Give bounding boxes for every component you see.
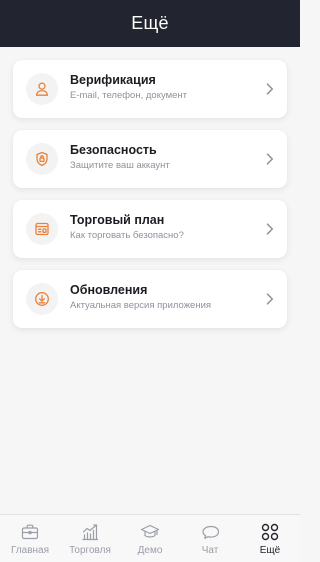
tab-label: Демо: [137, 545, 163, 556]
menu-item-title: Торговый план: [70, 213, 165, 227]
menu-item-title: Верификация: [70, 73, 156, 87]
bottom-tab-bar: Главная Торговля Демо Чат Ещё: [0, 514, 300, 562]
chevron-right-icon: [266, 153, 274, 165]
tab-label: Ещё: [259, 545, 281, 556]
chevron-right-icon: [266, 83, 274, 95]
tab-label: Чат: [201, 545, 219, 556]
grid-icon: [261, 523, 279, 541]
tab-demo[interactable]: Демо: [120, 515, 180, 562]
trading-plan-icon: [26, 213, 58, 245]
tab-chat[interactable]: Чат: [180, 515, 240, 562]
menu-item-subtitle: Актуальная версия приложения: [70, 300, 212, 311]
chevron-right-icon: [266, 223, 274, 235]
menu-item-trading-plan[interactable]: Торговый план Как торговать безопасно?: [13, 200, 287, 258]
menu-item-updates[interactable]: Обновления Актуальная версия приложения: [13, 270, 287, 328]
tab-trading[interactable]: Торговля: [60, 515, 120, 562]
tab-home[interactable]: Главная: [0, 515, 60, 562]
top-bar: Ещё: [0, 0, 300, 47]
shield-icon: [26, 143, 58, 175]
menu-item-subtitle: Защитите ваш аккаунт: [70, 160, 170, 171]
download-icon: [26, 283, 58, 315]
menu-item-subtitle: Как торговать безопасно?: [70, 230, 184, 241]
menu-item-security[interactable]: Безопасность Защитите ваш аккаунт: [13, 130, 287, 188]
chart-icon: [82, 524, 99, 541]
chevron-right-icon: [266, 293, 274, 305]
menu-item-subtitle: E-mail, телефон, документ: [70, 90, 188, 101]
briefcase-icon: [21, 524, 39, 540]
user-icon: [26, 73, 58, 105]
menu-item-title: Безопасность: [70, 143, 157, 157]
tab-more[interactable]: Ещё: [240, 515, 300, 562]
menu-item-verification[interactable]: Верификация E-mail, телефон, документ: [13, 60, 287, 118]
chat-icon: [202, 525, 220, 539]
tab-label: Торговля: [69, 545, 111, 556]
menu-list: Верификация E-mail, телефон, документ Бе…: [0, 47, 300, 514]
menu-item-title: Обновления: [70, 283, 148, 297]
tab-label: Главная: [10, 545, 50, 556]
page-title: Ещё: [131, 13, 169, 33]
graduation-cap-icon: [140, 524, 160, 538]
